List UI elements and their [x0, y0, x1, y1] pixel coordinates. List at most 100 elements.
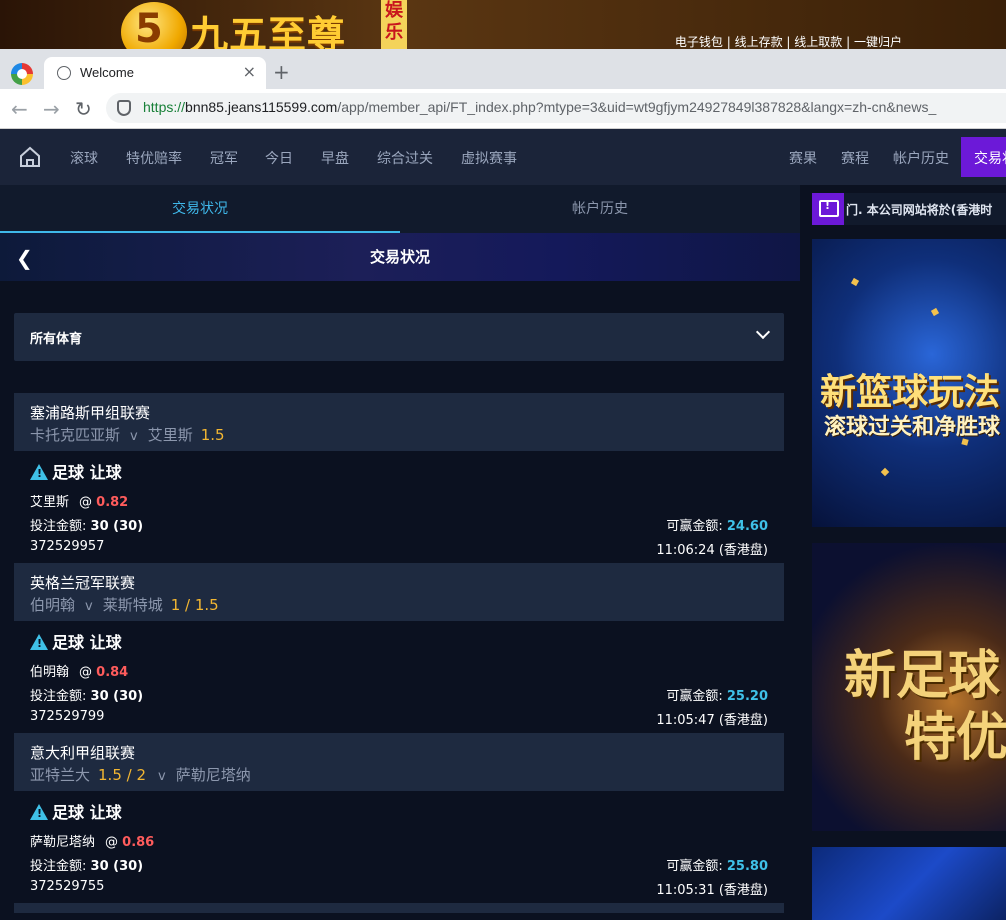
nav-item-schedule[interactable]: 赛程 [841, 148, 869, 168]
confetti-decoration [880, 467, 890, 477]
stake-label: 投注金额: [30, 859, 87, 874]
url-path: /app/member_api/FT_index.php?mtype=3&uid… [337, 99, 937, 115]
pick-team: 艾里斯 [30, 495, 70, 510]
nav-item-live[interactable]: 滚球 [70, 148, 98, 168]
bet-type-label: 足球 让球 [52, 463, 122, 482]
bet-header: 英格兰冠军联赛 伯明翰 v 莱斯特城 1 / 1.5 [14, 563, 784, 621]
promo-banner[interactable] [812, 847, 1006, 920]
bet-type: 足球 让球 [30, 799, 122, 823]
away-team: 艾里斯 [147, 426, 193, 444]
matchup: 亚特兰大 1.5 / 2 v 萨勒尼塔纳 [30, 764, 768, 785]
nav-item-virtual[interactable]: 虚拟赛事 [461, 148, 517, 168]
away-team: 萨勒尼塔纳 [175, 766, 251, 784]
link-withdraw[interactable]: 线上取款 [794, 35, 842, 49]
nav-item-history[interactable]: 帐户历史 [893, 148, 949, 168]
link-deposit[interactable]: 线上存款 [735, 35, 783, 49]
bet-list: 塞浦路斯甲组联赛 卡托克匹亚斯 v 艾里斯 1.5 足球 让球 艾里斯 @ 0.82 投… [14, 393, 784, 913]
sport-filter-dropdown[interactable]: 所有体育 [14, 313, 784, 361]
nav-item-outright[interactable]: 冠军 [210, 148, 238, 168]
browser-logo-icon[interactable] [11, 63, 33, 85]
ticket-id: 372529957 [30, 539, 105, 554]
win-label: 可赢金额: [666, 859, 723, 874]
forward-arrow-icon[interactable]: → [43, 97, 60, 121]
bet-pick: 萨勒尼塔纳 @ 0.86 [30, 831, 154, 850]
bet-type: 足球 让球 [30, 629, 122, 653]
handicap-value: 1.5 [200, 426, 225, 444]
link-separator: | [846, 35, 854, 49]
back-arrow-icon[interactable]: ← [11, 97, 28, 121]
url-scheme: https:// [143, 99, 186, 115]
bet-time: 11:05:31 (香港盘) [656, 883, 768, 898]
away-team: 莱斯特城 [102, 596, 163, 614]
logo-numeral: 5 [135, 6, 163, 49]
announcement-text: 门. 本公司网站将於(香港时 [846, 203, 993, 217]
potential-win: 可赢金额: 25.20 [666, 685, 768, 704]
promo-banner-football[interactable]: 新足球 特优 [812, 543, 1006, 831]
promo-title: 新篮球玩法 [820, 371, 1001, 413]
nav-item-today[interactable]: 今日 [265, 148, 293, 168]
nav-item-transactions[interactable]: 交易状况 [961, 137, 1006, 177]
reload-icon[interactable]: ↻ [75, 97, 92, 121]
win-value: 25.80 [726, 859, 768, 874]
tab-transactions[interactable]: 交易状况 [0, 185, 400, 233]
bet-details: 足球 让球 艾里斯 @ 0.82 投注金额: 30 (30) 可赢金额: 24.6… [14, 451, 784, 563]
home-team: 亚特兰大 [30, 766, 91, 784]
vs-label: v [158, 769, 166, 784]
bet-card: 意大利甲组联赛 亚特兰大 1.5 / 2 v 萨勒尼塔纳 足球 让球 萨勒尼塔纳 @ 0… [14, 733, 784, 903]
vs-label: v [130, 429, 138, 444]
nav-item-parlay[interactable]: 综合过关 [377, 148, 433, 168]
promo-subtitle: 特优 [904, 707, 1006, 768]
bet-pick: 伯明翰 @ 0.84 [30, 661, 128, 680]
close-icon[interactable]: × [243, 62, 256, 81]
odds-value: 0.86 [122, 835, 155, 850]
stake-label: 投注金额: [30, 519, 87, 534]
bet-details: 足球 让球 萨勒尼塔纳 @ 0.86 投注金额: 30 (30) 可赢金额: 25… [14, 791, 784, 903]
sport-filter-value: 所有体育 [30, 332, 83, 347]
shield-icon[interactable] [117, 100, 131, 116]
main-nav: 滚球 特优赔率 冠军 今日 早盘 综合过关 虚拟赛事 赛果 赛程 帐户历史 交易… [0, 129, 1006, 185]
bet-type-label: 足球 让球 [52, 633, 122, 652]
odds-prefix: @ [79, 665, 93, 680]
banner-links: 电子钱包 | 线上存款 | 线上取款 | 一键归户 [675, 33, 902, 49]
odds-prefix: @ [79, 495, 93, 510]
page-header: 交易状况 ❮ [0, 233, 800, 281]
message-icon [812, 193, 844, 225]
win-label: 可赢金额: [666, 519, 723, 534]
stake: 投注金额: 30 (30) [30, 855, 143, 874]
announcement-marquee[interactable]: 门. 本公司网站将於(香港时 [812, 193, 1006, 225]
win-value: 24.60 [726, 519, 768, 534]
plus-icon[interactable]: + [273, 60, 290, 84]
home-icon[interactable] [18, 145, 42, 169]
bet-card: 英格兰冠军联赛 伯明翰 v 莱斯特城 1 / 1.5 足球 让球 伯明翰 @ 0.84 … [14, 563, 784, 733]
bet-header: 意大利甲组联赛 亚特兰大 1.5 / 2 v 萨勒尼塔纳 [14, 733, 784, 791]
url-input[interactable]: https://bnn85.jeans115599.com/app/member… [106, 93, 1006, 123]
link-consolidate[interactable]: 一键归户 [854, 35, 902, 49]
odds-value: 0.84 [96, 665, 129, 680]
nav-item-early[interactable]: 早盘 [321, 148, 349, 168]
handicap-value: 1.5 / 2 [98, 766, 147, 784]
bet-time: 11:05:47 (香港盘) [656, 713, 768, 728]
globe-icon [57, 66, 71, 80]
tab-account-history[interactable]: 帐户历史 [400, 185, 800, 233]
bet-type: 足球 让球 [30, 459, 122, 483]
pick-team: 萨勒尼塔纳 [30, 835, 96, 850]
link-wallet[interactable]: 电子钱包 [675, 35, 723, 49]
nav-item-best-odds[interactable]: 特优赔率 [126, 148, 182, 168]
url-text: https://bnn85.jeans115599.com/app/member… [143, 99, 936, 115]
home-team: 卡托克匹亚斯 [30, 426, 121, 444]
bet-type-label: 足球 让球 [52, 803, 122, 822]
warning-icon [30, 804, 48, 820]
potential-win: 可赢金额: 25.80 [666, 855, 768, 874]
browser-tab[interactable]: Welcome × [44, 57, 266, 89]
chevron-left-icon[interactable]: ❮ [16, 246, 33, 270]
logo-text: 九五至尊 [190, 12, 347, 49]
vs-label: v [85, 599, 93, 614]
browser-address-bar: ← → ↻ https://bnn85.jeans115599.com/app/… [0, 89, 1006, 129]
promo-banner-basketball[interactable]: 新篮球玩法 滚球过关和净胜球 [812, 239, 1006, 527]
logo-badge: 娱乐 [381, 0, 407, 49]
potential-win: 可赢金额: 24.60 [666, 515, 768, 534]
sub-tabs: 交易状况 帐户历史 [0, 185, 800, 233]
url-host: bnn85.jeans115599.com [185, 99, 338, 115]
nav-item-results[interactable]: 赛果 [789, 148, 817, 168]
tab-title: Welcome [80, 65, 134, 80]
